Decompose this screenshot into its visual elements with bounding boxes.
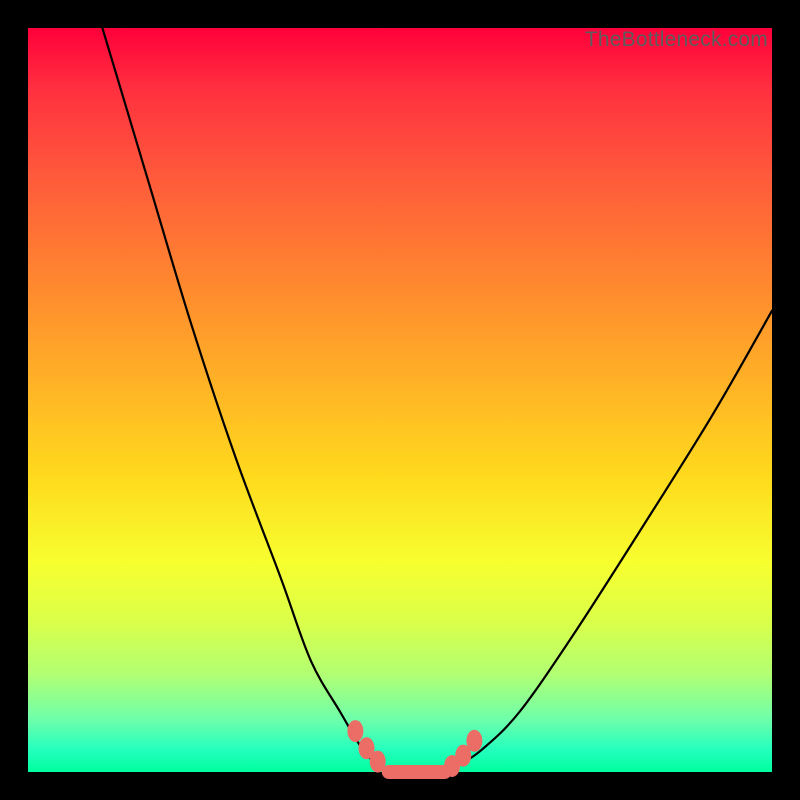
plot-area (28, 28, 772, 772)
left-curve (102, 28, 388, 772)
chart-frame: TheBottleneck.com (0, 0, 800, 800)
marker-bead (370, 751, 386, 773)
right-curve (445, 311, 772, 772)
watermark-text: TheBottleneck.com (585, 28, 768, 52)
curve-layer (28, 28, 772, 772)
left-markers (347, 720, 385, 773)
marker-bead (466, 730, 482, 752)
marker-bead (347, 720, 363, 742)
